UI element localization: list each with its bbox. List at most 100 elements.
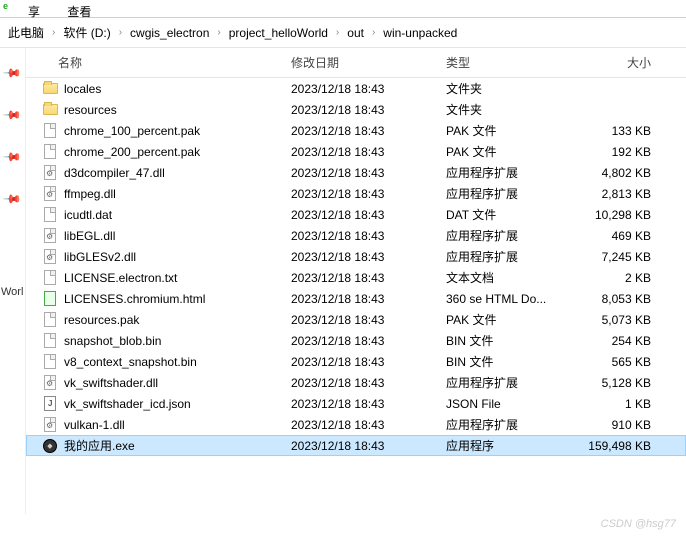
- chevron-right-icon: ›: [215, 27, 222, 38]
- file-size: 2 KB: [578, 271, 663, 285]
- pin-icon[interactable]: 📌: [0, 101, 26, 129]
- file-size: 10,298 KB: [578, 208, 663, 222]
- file-type: 应用程序扩展: [446, 227, 578, 244]
- file-row[interactable]: vk_swiftshader.dll2023/12/18 18:43应用程序扩展…: [26, 372, 686, 393]
- file-row[interactable]: v8_context_snapshot.bin 2023/12/18 18:43B…: [26, 351, 686, 372]
- chevron-right-icon: ›: [117, 27, 124, 38]
- file-row[interactable]: vulkan-1.dll2023/12/18 18:43应用程序扩展910 KB: [26, 414, 686, 435]
- file-date: 2023/12/18 18:43: [291, 334, 446, 348]
- file-row[interactable]: vk_swiftshader_icd.json2023/12/18 18:43J…: [26, 393, 686, 414]
- pin-icon[interactable]: 📌: [0, 143, 26, 171]
- file-size: 5,073 KB: [578, 313, 663, 327]
- file-name: chrome_200_percent.pak: [64, 145, 200, 159]
- file-gear-icon: [42, 228, 58, 244]
- file-row[interactable]: resources 2023/12/18 18:43文件夹: [26, 99, 686, 120]
- file-date: 2023/12/18 18:43: [291, 355, 446, 369]
- file-name: snapshot_blob.bin: [64, 334, 161, 348]
- file-size: 565 KB: [578, 355, 663, 369]
- file-icon: [42, 312, 58, 328]
- file-date: 2023/12/18 18:43: [291, 208, 446, 222]
- file-type: 应用程序扩展: [446, 164, 578, 181]
- column-name[interactable]: 名称: [26, 54, 291, 71]
- ribbon-tabs: 享 查看: [0, 0, 686, 18]
- file-type: 应用程序: [446, 437, 578, 454]
- file-date: 2023/12/18 18:43: [291, 439, 446, 453]
- file-row[interactable]: ffmpeg.dll2023/12/18 18:43应用程序扩展2,813 KB: [26, 183, 686, 204]
- file-gear-icon: [42, 186, 58, 202]
- file-icon: [42, 123, 58, 139]
- column-date[interactable]: 修改日期: [291, 54, 446, 71]
- file-row[interactable]: chrome_100_percent.pak2023/12/18 18:43PA…: [26, 120, 686, 141]
- column-type[interactable]: 类型: [446, 54, 578, 71]
- file-type: 360 se HTML Do...: [446, 292, 578, 306]
- file-type: 文件夹: [446, 101, 578, 118]
- pin-icon[interactable]: 📌: [0, 185, 26, 213]
- file-size: 469 KB: [578, 229, 663, 243]
- breadcrumb-item[interactable]: out: [341, 26, 370, 40]
- file-icon: [42, 144, 58, 160]
- file-size: 254 KB: [578, 334, 663, 348]
- file-row[interactable]: LICENSE.electron.txt2023/12/18 18:43文本文档…: [26, 267, 686, 288]
- column-headers: 名称 修改日期 类型 大小: [26, 48, 686, 78]
- file-name: resources: [64, 103, 117, 117]
- breadcrumb-item[interactable]: 此电脑: [2, 24, 50, 41]
- file-date: 2023/12/18 18:43: [291, 376, 446, 390]
- file-type: JSON File: [446, 397, 578, 411]
- file-name: locales: [64, 82, 101, 96]
- file-icon: [42, 270, 58, 286]
- file-name: v8_context_snapshot.bin: [64, 355, 197, 369]
- file-size: 159,498 KB: [578, 439, 663, 453]
- file-name: libEGL.dll: [64, 229, 115, 243]
- file-row[interactable]: locales2023/12/18 18:43文件夹: [26, 78, 686, 99]
- file-row[interactable]: resources.pak2023/12/18 18:43PAK 文件5,073…: [26, 309, 686, 330]
- file-type: 文件夹: [446, 80, 578, 97]
- breadcrumb-item[interactable]: win-unpacked: [377, 26, 463, 40]
- file-name: chrome_100_percent.pak: [64, 124, 200, 138]
- file-icon: [42, 333, 58, 349]
- file-row[interactable]: 我的应用.exe2023/12/18 18:43应用程序159,498 KB: [26, 435, 686, 456]
- chevron-right-icon: ›: [334, 27, 341, 38]
- file-type: DAT 文件: [446, 206, 578, 223]
- file-icon: [42, 207, 58, 223]
- file-row[interactable]: libEGL.dll2023/12/18 18:43应用程序扩展469 KB: [26, 225, 686, 246]
- file-name: LICENSES.chromium.html: [64, 292, 205, 306]
- file-row[interactable]: libGLESv2.dll2023/12/18 18:43应用程序扩展7,245…: [26, 246, 686, 267]
- column-size[interactable]: 大小: [578, 54, 663, 71]
- file-size: 910 KB: [578, 418, 663, 432]
- chevron-right-icon: ›: [50, 27, 57, 38]
- breadcrumb[interactable]: 此电脑›软件 (D:)›cwgis_electron›project_hello…: [0, 18, 686, 48]
- tab-share[interactable]: 享: [28, 5, 40, 19]
- breadcrumb-item[interactable]: 软件 (D:): [57, 24, 116, 41]
- file-gear-icon: [42, 375, 58, 391]
- file-row[interactable]: snapshot_blob.bin2023/12/18 18:43BIN 文件2…: [26, 330, 686, 351]
- file-date: 2023/12/18 18:43: [291, 103, 446, 117]
- file-type: 文本文档: [446, 269, 578, 286]
- pin-icon[interactable]: 📌: [0, 59, 26, 87]
- file-row[interactable]: chrome_200_percent.pak2023/12/18 18:43PA…: [26, 141, 686, 162]
- breadcrumb-item[interactable]: cwgis_electron: [124, 26, 215, 40]
- folder-icon: [42, 102, 58, 118]
- file-html-icon: [42, 291, 58, 307]
- quick-access-panel: 📌 📌 📌 📌 Worl: [0, 48, 26, 514]
- file-row[interactable]: d3dcompiler_47.dll2023/12/18 18:43应用程序扩展…: [26, 162, 686, 183]
- file-size: 2,813 KB: [578, 187, 663, 201]
- file-gear-icon: [42, 249, 58, 265]
- file-name: LICENSE.electron.txt: [64, 271, 177, 285]
- file-type: BIN 文件: [446, 353, 578, 370]
- file-name: vulkan-1.dll: [64, 418, 125, 432]
- file-json-icon: [42, 396, 58, 412]
- file-date: 2023/12/18 18:43: [291, 313, 446, 327]
- file-row[interactable]: icudtl.dat2023/12/18 18:43DAT 文件10,298 K…: [26, 204, 686, 225]
- file-name: libGLESv2.dll: [64, 250, 136, 264]
- folder-icon: [42, 81, 58, 97]
- file-size: 5,128 KB: [578, 376, 663, 390]
- file-type: 应用程序扩展: [446, 416, 578, 433]
- tab-view[interactable]: 查看: [67, 5, 91, 19]
- file-date: 2023/12/18 18:43: [291, 187, 446, 201]
- breadcrumb-item[interactable]: project_helloWorld: [223, 26, 334, 40]
- file-row[interactable]: LICENSES.chromium.html 2023/12/18 18:4336…: [26, 288, 686, 309]
- file-date: 2023/12/18 18:43: [291, 145, 446, 159]
- file-type: 应用程序扩展: [446, 374, 578, 391]
- file-type: PAK 文件: [446, 311, 578, 328]
- file-date: 2023/12/18 18:43: [291, 292, 446, 306]
